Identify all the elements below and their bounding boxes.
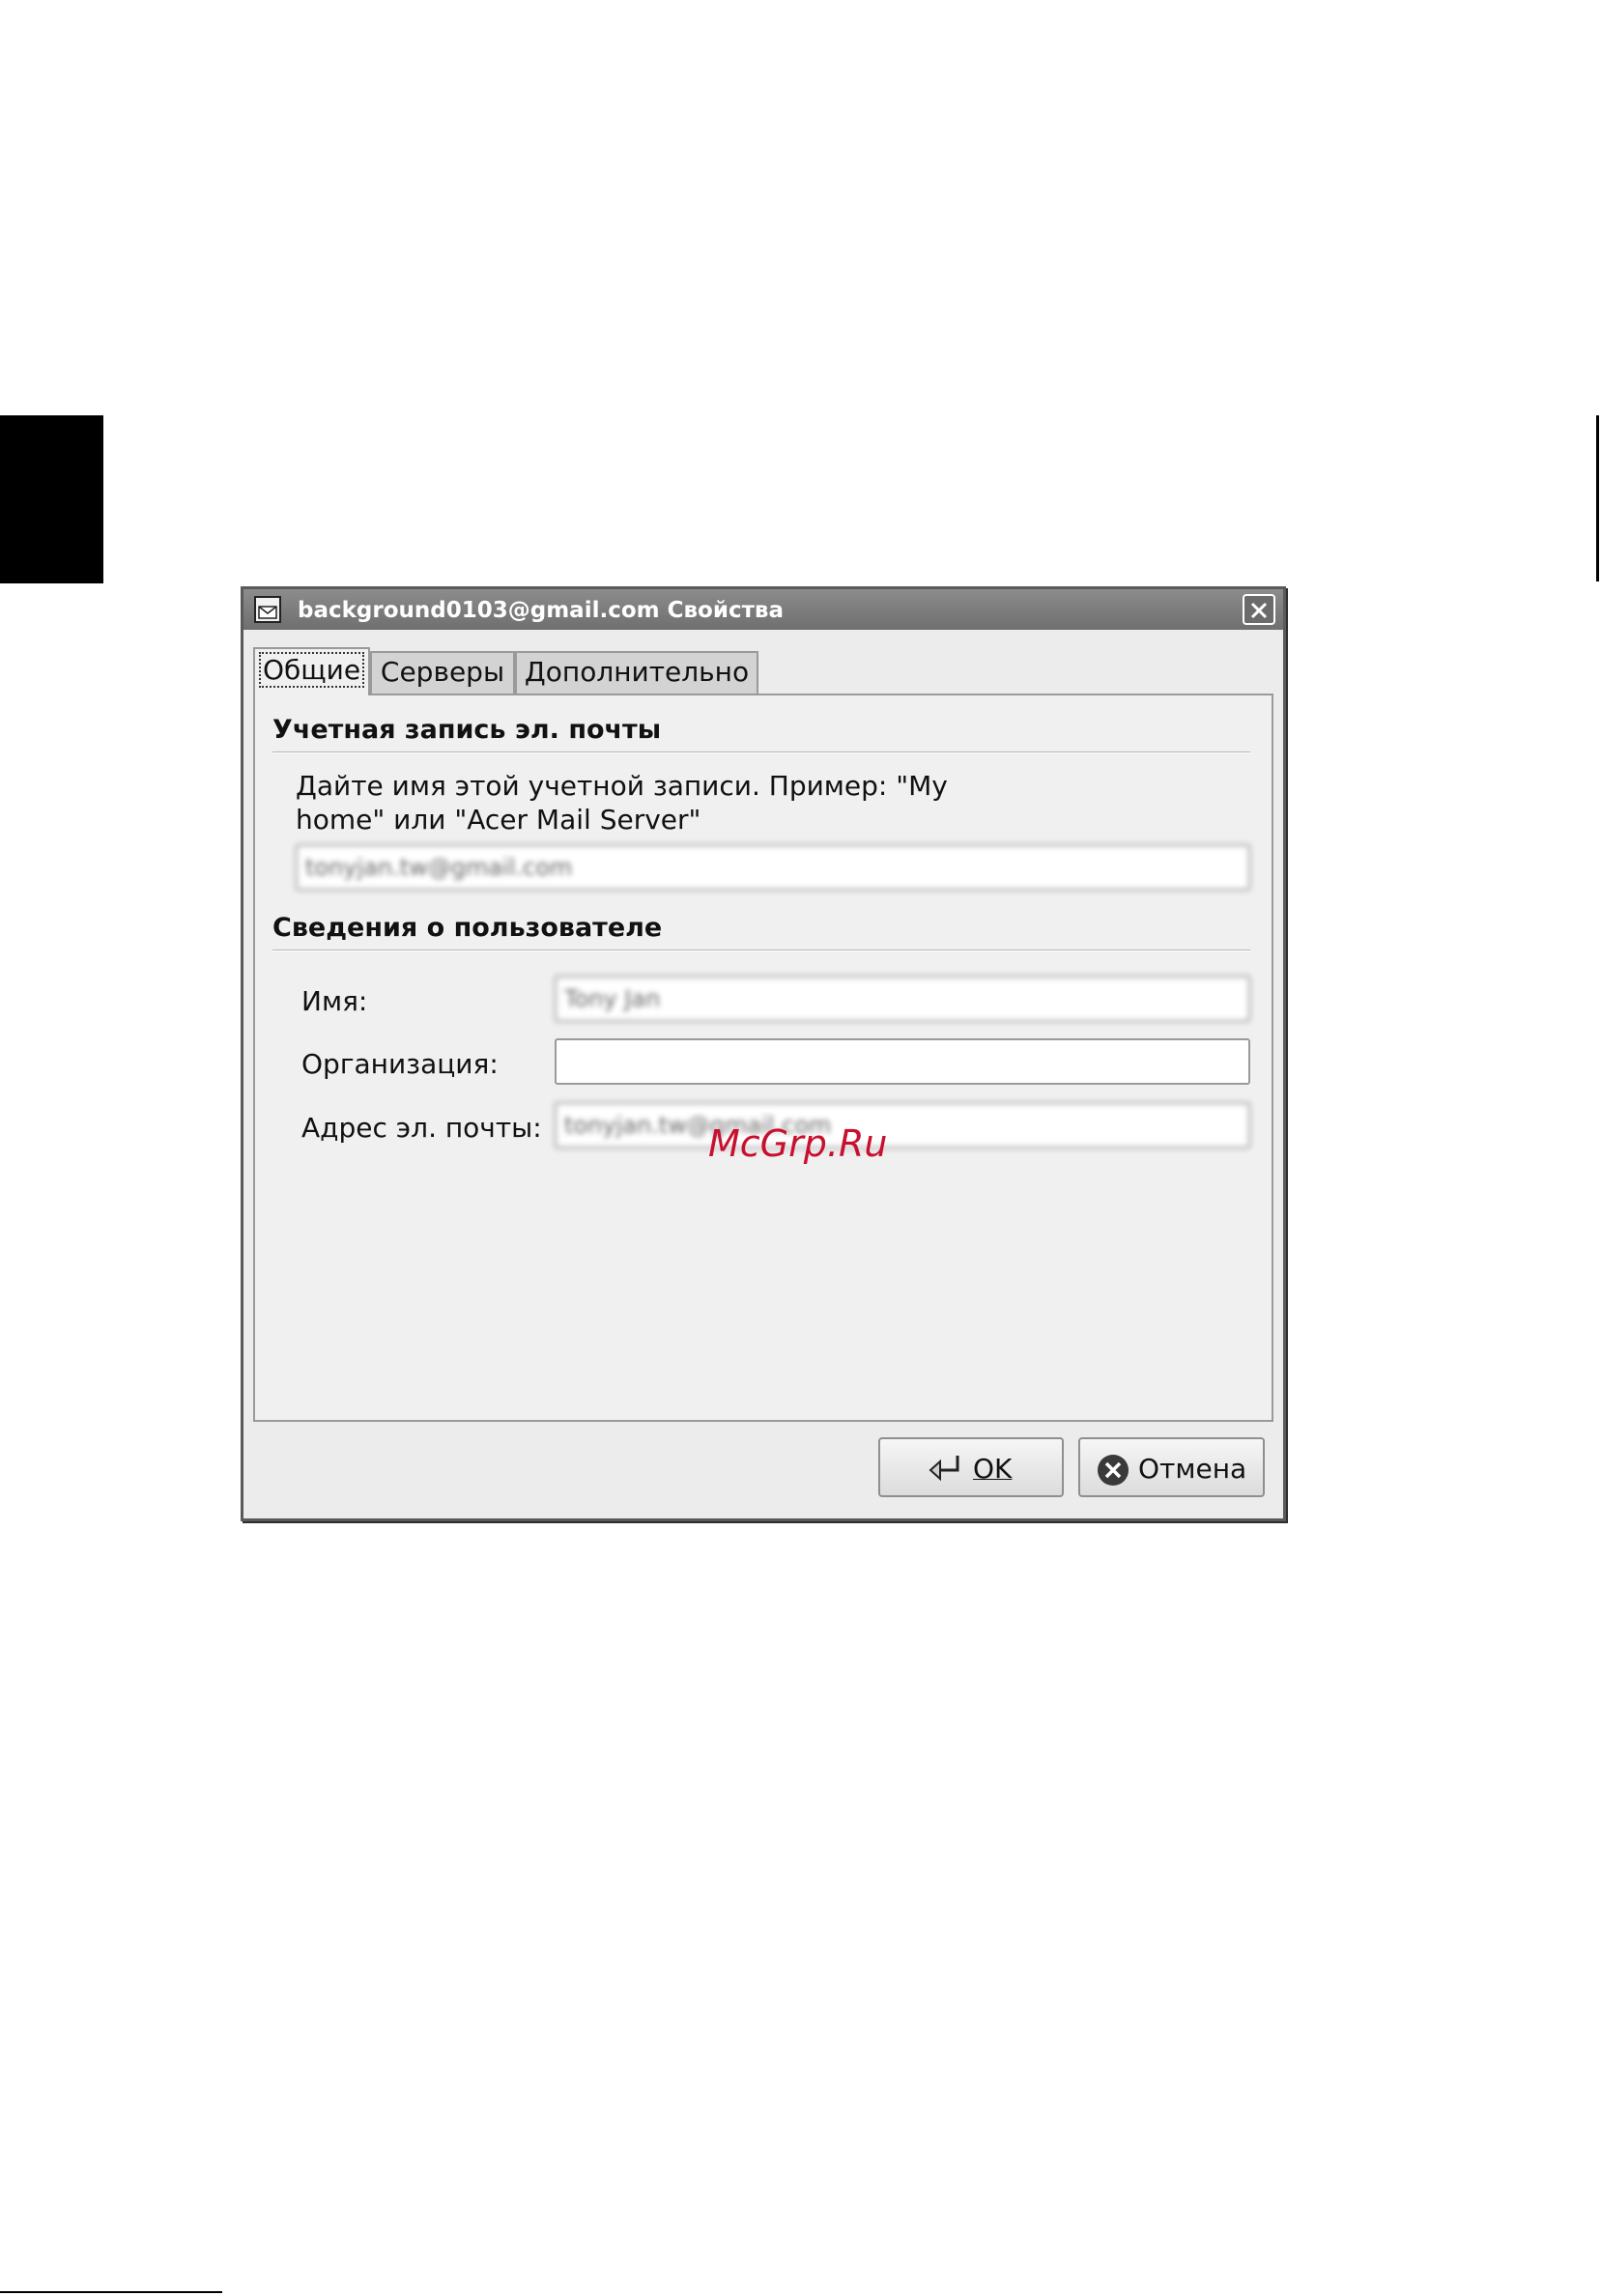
tab-advanced[interactable]: Дополнительно [515,651,758,694]
email-label: Адрес эл. почты: [301,1112,542,1144]
cancel-button-label: Отмена [1138,1453,1247,1485]
general-tab-pane: Учетная запись эл. почты Дайте имя этой … [253,694,1273,1422]
cancel-button[interactable]: Отмена [1078,1437,1265,1497]
properties-dialog: background0103@gmail.com Свойства Общие … [241,586,1286,1521]
footer-rule [0,2291,222,2293]
tab-general-label: Общие [258,652,365,688]
tab-servers[interactable]: Серверы [370,651,515,694]
account-name-hint: Дайте имя этой учетной записи. Пример: "… [296,770,948,836]
tab-general[interactable]: Общие [253,647,370,695]
user-section-divider [272,950,1250,951]
close-button[interactable] [1243,594,1275,625]
page-edge-mark [1596,415,1599,581]
dialog-title: background0103@gmail.com Свойства [298,598,785,623]
watermark-text: McGrp.Ru [708,1122,888,1165]
account-section-divider [272,751,1250,753]
organization-label: Организация: [301,1048,499,1080]
name-label: Имя: [301,985,368,1017]
ok-button-label: OK [973,1453,1013,1485]
user-section-header: Сведения о пользователе [272,913,663,943]
dialog-titlebar[interactable]: background0103@gmail.com Свойства [243,589,1283,630]
tab-servers-label: Серверы [380,656,505,688]
mail-icon [253,595,282,624]
account-name-input[interactable] [296,844,1250,891]
ok-button[interactable]: OK [878,1437,1064,1497]
cancel-circle-icon [1098,1455,1129,1486]
email-input[interactable] [555,1102,1250,1148]
chapter-tab-marker [0,415,103,583]
organization-input[interactable] [555,1038,1250,1085]
close-icon [1250,602,1268,619]
name-input[interactable] [555,976,1250,1022]
account-section-header: Учетная запись эл. почты [272,715,662,745]
enter-arrow-icon [929,1456,959,1482]
tab-advanced-label: Дополнительно [524,656,750,688]
